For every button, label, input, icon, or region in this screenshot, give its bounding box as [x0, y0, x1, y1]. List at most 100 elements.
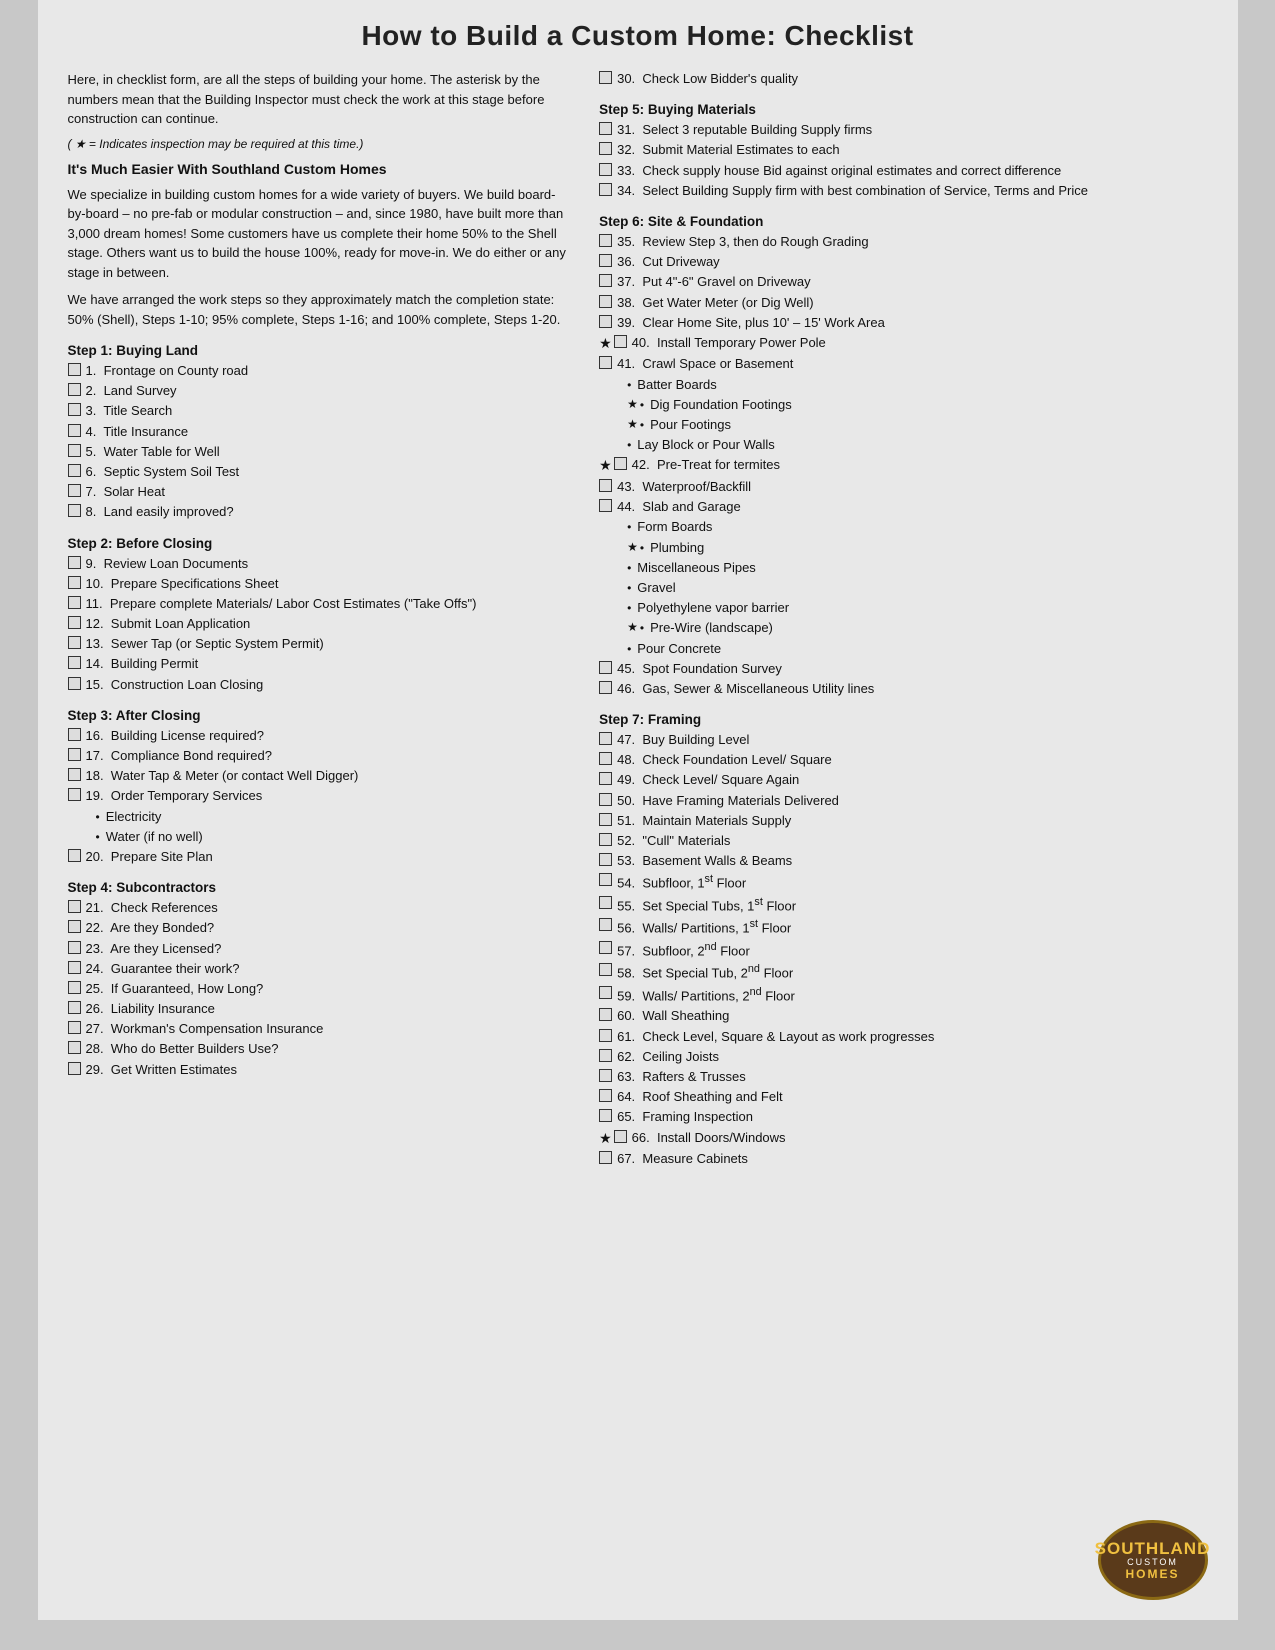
checkbox[interactable] [599, 315, 612, 328]
checkbox[interactable] [68, 616, 81, 629]
checkbox[interactable] [599, 793, 612, 806]
list-item: 65. Framing Inspection [599, 1108, 1237, 1126]
checkbox[interactable] [68, 1001, 81, 1014]
list-item: 49. Check Level/ Square Again [599, 771, 1237, 789]
checkbox[interactable] [68, 363, 81, 376]
checkbox[interactable] [599, 1008, 612, 1021]
checkbox[interactable] [599, 356, 612, 369]
bullet-icon: • [640, 397, 644, 414]
checkbox[interactable] [599, 986, 612, 999]
checkbox[interactable] [599, 1049, 612, 1062]
checkbox[interactable] [68, 981, 81, 994]
list-item: •Polyethylene vapor barrier [627, 599, 1237, 617]
list-item: ★42. Pre-Treat for termites [599, 456, 1237, 476]
checkbox[interactable] [599, 1089, 612, 1102]
list-item: •Gravel [627, 579, 1237, 597]
list-item: 45. Spot Foundation Survey [599, 660, 1237, 678]
star-icon: ★ [599, 1129, 612, 1149]
step2-title: Step 2: Before Closing [68, 536, 570, 551]
bullet-icon: • [627, 377, 631, 394]
checkbox[interactable] [599, 853, 612, 866]
list-item: 38. Get Water Meter (or Dig Well) [599, 294, 1237, 312]
checkbox[interactable] [599, 1151, 612, 1164]
list-item: 58. Set Special Tub, 2nd Floor [599, 962, 1237, 983]
checkbox[interactable] [68, 403, 81, 416]
checkbox[interactable] [68, 383, 81, 396]
checkbox[interactable] [68, 576, 81, 589]
checkbox[interactable] [68, 748, 81, 761]
list-item: •Form Boards [627, 518, 1237, 536]
logo-homes: HOMES [1125, 1567, 1179, 1581]
checkbox[interactable] [599, 833, 612, 846]
checkbox[interactable] [68, 788, 81, 801]
checkbox[interactable] [599, 963, 612, 976]
star-icon: ★ [627, 396, 638, 413]
checkbox[interactable] [599, 274, 612, 287]
checkbox[interactable] [599, 732, 612, 745]
checkbox[interactable] [68, 444, 81, 457]
bullet-icon: • [627, 580, 631, 597]
checkbox[interactable] [599, 661, 612, 674]
list-item: 21. Check References [68, 899, 570, 917]
list-item: 18. Water Tap & Meter (or contact Well D… [68, 767, 570, 785]
checkbox[interactable] [614, 1130, 627, 1143]
checkbox[interactable] [599, 772, 612, 785]
checkbox[interactable] [599, 1109, 612, 1122]
checkbox[interactable] [599, 681, 612, 694]
checkbox[interactable] [68, 636, 81, 649]
checkbox[interactable] [68, 900, 81, 913]
checkbox[interactable] [599, 918, 612, 931]
checkbox[interactable] [599, 873, 612, 886]
checkbox[interactable] [599, 234, 612, 247]
checkbox[interactable] [599, 163, 612, 176]
checkbox[interactable] [599, 499, 612, 512]
step3-section: Step 3: After Closing 16. Building Licen… [68, 708, 570, 866]
checkbox[interactable] [599, 142, 612, 155]
step5-section: Step 5: Buying Materials 31. Select 3 re… [599, 102, 1237, 200]
checkbox[interactable] [68, 656, 81, 669]
checkbox[interactable] [614, 457, 627, 470]
list-item: 2. Land Survey [68, 382, 570, 400]
step6-section: Step 6: Site & Foundation 35. Review Ste… [599, 214, 1237, 698]
checkbox[interactable] [599, 1069, 612, 1082]
checkbox[interactable] [68, 677, 81, 690]
step5-title: Step 5: Buying Materials [599, 102, 1237, 117]
checkbox[interactable] [599, 1029, 612, 1042]
checkbox[interactable] [599, 752, 612, 765]
checkbox[interactable] [599, 941, 612, 954]
inspection-note: ( ★ = Indicates inspection may be requir… [68, 137, 570, 151]
checkbox[interactable] [68, 728, 81, 741]
checkbox[interactable] [68, 1041, 81, 1054]
checkbox[interactable] [614, 335, 627, 348]
checkbox[interactable] [599, 122, 612, 135]
checkbox[interactable] [68, 484, 81, 497]
list-item: 55. Set Special Tubs, 1st Floor [599, 895, 1237, 916]
checkbox[interactable] [68, 424, 81, 437]
list-item: 41. Crawl Space or Basement [599, 355, 1237, 373]
checkbox[interactable] [68, 504, 81, 517]
list-item: 6. Septic System Soil Test [68, 463, 570, 481]
bullet-icon: • [96, 829, 100, 846]
checkbox[interactable] [599, 896, 612, 909]
checkbox[interactable] [68, 849, 81, 862]
right-column: 30. Check Low Bidder's quality Step 5: B… [599, 70, 1237, 1170]
checkbox[interactable] [599, 295, 612, 308]
checkbox[interactable] [68, 1021, 81, 1034]
list-item: 39. Clear Home Site, plus 10' – 15' Work… [599, 314, 1237, 332]
checkbox[interactable] [68, 941, 81, 954]
checkbox[interactable] [68, 596, 81, 609]
list-item: •Pour Concrete [627, 640, 1237, 658]
checkbox[interactable] [599, 71, 612, 84]
checkbox[interactable] [599, 183, 612, 196]
checkbox[interactable] [599, 254, 612, 267]
checkbox[interactable] [68, 1062, 81, 1075]
list-item: 5. Water Table for Well [68, 443, 570, 461]
checkbox[interactable] [599, 813, 612, 826]
checkbox[interactable] [68, 556, 81, 569]
checkbox[interactable] [68, 961, 81, 974]
checkbox[interactable] [599, 479, 612, 492]
checkbox[interactable] [68, 464, 81, 477]
checkbox[interactable] [68, 768, 81, 781]
list-item: •Miscellaneous Pipes [627, 559, 1237, 577]
checkbox[interactable] [68, 920, 81, 933]
